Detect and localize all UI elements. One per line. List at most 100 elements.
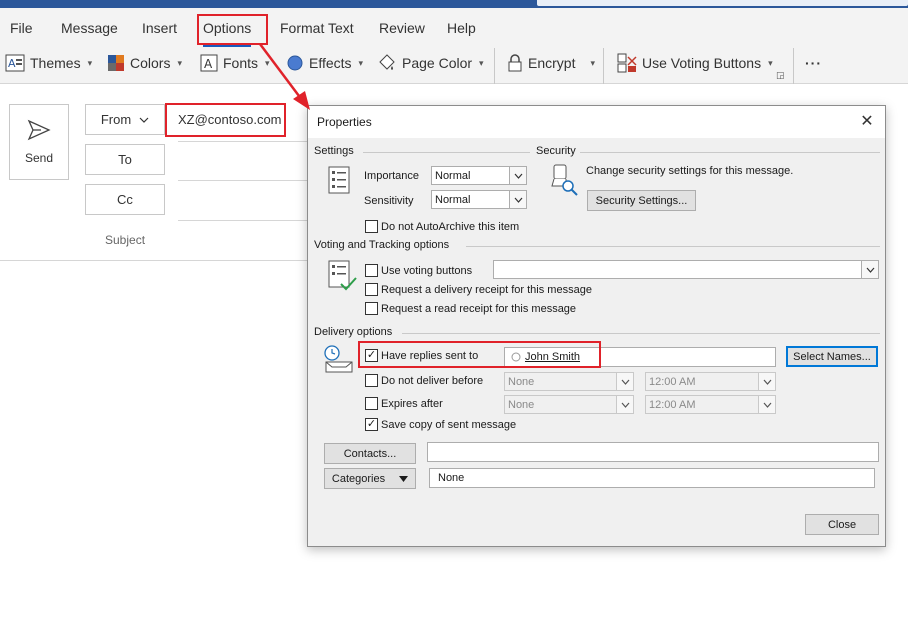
categories-label: Categories [331, 472, 386, 485]
chevron-down-icon: ▾ [479, 57, 484, 68]
categories-field[interactable]: None [429, 468, 875, 488]
tab-insert[interactable]: Insert [142, 20, 177, 36]
chevron-down-icon: ▾ [87, 57, 93, 68]
dialog-title-bar: Properties ✕ [308, 106, 885, 138]
settings-divider [363, 152, 530, 153]
delivery-receipt-label: Request a delivery receipt for this mess… [381, 284, 592, 296]
replies-row-highlight [358, 341, 601, 368]
cc-button[interactable]: Cc [85, 184, 165, 215]
properties-dialog: Properties ✕ Settings Importance Normal … [307, 105, 886, 547]
colors-label: Colors [130, 55, 171, 71]
sensitivity-select[interactable]: Normal [431, 190, 527, 209]
dialog-title: Properties [317, 115, 372, 129]
chevron-down-icon [509, 167, 526, 184]
colors-button[interactable]: Colors ▾ [107, 52, 182, 74]
from-address-highlight [165, 103, 286, 137]
expires-after-time[interactable]: 12:00 AM [645, 395, 776, 414]
voting-divider [466, 246, 880, 247]
svg-text:A: A [8, 57, 16, 70]
themes-icon: A [5, 54, 25, 72]
fonts-button[interactable]: A Fonts ▾ [200, 52, 270, 74]
read-receipt-label: Request a read receipt for this message [381, 303, 577, 315]
ribbon-separator [494, 48, 495, 84]
close-button[interactable]: Close [805, 514, 879, 535]
tab-help[interactable]: Help [447, 20, 476, 36]
use-voting-buttons-label: Use Voting Buttons [642, 55, 762, 71]
do-not-deliver-time[interactable]: 12:00 AM [645, 372, 776, 391]
save-copy-checkbox[interactable]: ✓ [365, 418, 378, 431]
fonts-label: Fonts [223, 55, 259, 71]
autoarchive-checkbox[interactable] [365, 220, 378, 233]
do-not-deliver-checkbox[interactable] [365, 374, 378, 387]
expires-after-checkbox[interactable] [365, 397, 378, 410]
search-box[interactable] [537, 0, 908, 6]
delivery-heading: Delivery options [314, 326, 397, 338]
use-voting-buttons-button[interactable]: Use Voting Buttons ▾ [617, 52, 773, 74]
do-not-deliver-label: Do not deliver before [381, 375, 484, 387]
contacts-button[interactable]: Contacts... [324, 443, 416, 464]
voting-options-select[interactable] [493, 260, 879, 279]
from-field-line [178, 141, 308, 142]
delivery-clock-icon [324, 345, 353, 373]
effects-button[interactable]: Effects ▾ [286, 52, 363, 74]
page-color-button[interactable]: Page Color ▾ [377, 52, 484, 74]
importance-value: Normal [435, 169, 471, 182]
use-voting-checkbox[interactable] [365, 264, 378, 277]
dialog-launcher-icon[interactable]: ◲ [776, 70, 785, 81]
do-not-deliver-date[interactable]: None [504, 372, 634, 391]
from-button[interactable]: From [85, 104, 165, 135]
chevron-down-icon: ▾ [768, 57, 773, 68]
tab-file[interactable]: File [10, 20, 33, 36]
security-settings-button[interactable]: Security Settings... [587, 190, 696, 211]
lock-icon [508, 54, 522, 72]
tab-message[interactable]: Message [61, 20, 118, 36]
delivery-receipt-checkbox[interactable] [365, 283, 378, 296]
tab-review[interactable]: Review [379, 20, 425, 36]
chevron-down-icon [616, 396, 633, 413]
save-copy-label: Save copy of sent message [381, 419, 517, 431]
encrypt-button[interactable]: Encrypt ▾ [507, 52, 595, 74]
delivery-divider [402, 333, 880, 334]
contacts-field[interactable] [427, 442, 879, 462]
expires-after-date[interactable]: None [504, 395, 634, 414]
cc-label: Cc [117, 192, 133, 207]
send-icon [27, 119, 51, 141]
send-button[interactable]: Send [9, 104, 69, 180]
importance-label: Importance [364, 170, 420, 182]
effects-label: Effects [309, 55, 352, 71]
to-field-line [178, 180, 308, 181]
chevron-down-icon: ▾ [177, 57, 182, 68]
expires-after-time-value: 12:00 AM [649, 398, 696, 411]
to-label: To [118, 152, 132, 167]
page-color-label: Page Color [402, 55, 473, 71]
chevron-down-icon [399, 475, 409, 482]
colors-icon [108, 55, 124, 71]
voting-checklist-icon [328, 260, 357, 291]
chevron-down-icon [139, 117, 149, 123]
importance-select[interactable]: Normal [431, 166, 527, 185]
settings-heading: Settings [314, 145, 358, 157]
themes-button[interactable]: A Themes ▾ [5, 52, 92, 74]
tab-format-text[interactable]: Format Text [280, 20, 354, 36]
security-key-icon [551, 164, 578, 196]
voting-heading: Voting and Tracking options [314, 239, 454, 251]
effects-icon [287, 55, 303, 71]
categories-button[interactable]: Categories [324, 468, 416, 489]
security-description: Change security settings for this messag… [586, 165, 794, 177]
chevron-down-icon: ▾ [265, 57, 270, 68]
to-button[interactable]: To [85, 144, 165, 175]
send-label: Send [24, 151, 54, 165]
window-title-bar [0, 0, 908, 8]
security-heading: Security [536, 145, 580, 157]
fonts-icon: A [200, 54, 218, 72]
more-commands-button[interactable]: ··· [805, 52, 822, 74]
close-icon[interactable]: ✕ [857, 111, 877, 131]
expires-after-label: Expires after [381, 398, 443, 410]
subject-label: Subject [105, 233, 146, 247]
cc-field-line [178, 220, 308, 221]
read-receipt-checkbox[interactable] [365, 302, 378, 315]
ribbon: File Message Insert Options Format Text … [0, 8, 908, 84]
select-names-button[interactable]: Select Names... [786, 346, 878, 367]
do-not-deliver-date-value: None [508, 375, 535, 388]
chevron-down-icon [509, 191, 526, 208]
